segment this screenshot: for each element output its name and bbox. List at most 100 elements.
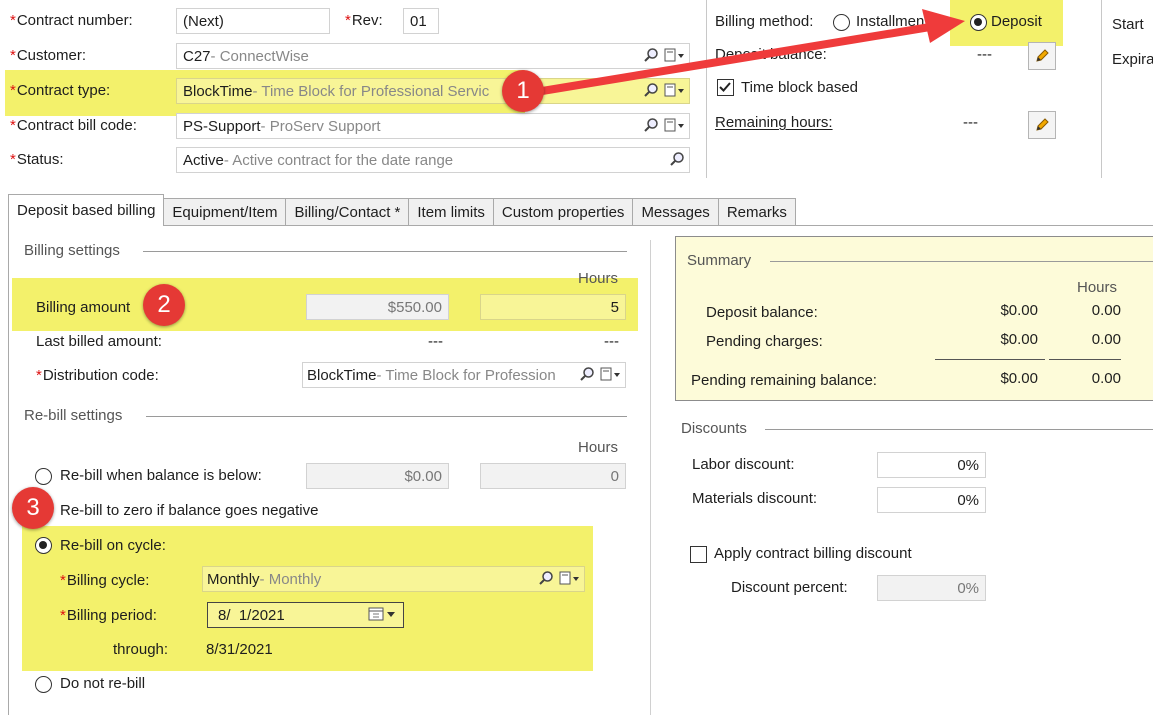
panel-divider — [650, 240, 651, 715]
summary-hours-header: Hours — [1077, 279, 1118, 296]
rebill-below-radio[interactable] — [35, 468, 52, 485]
through-date: 8/31/2021 — [206, 641, 273, 658]
deposit-balance-value: --- — [977, 46, 992, 63]
tab-messages[interactable]: Messages — [632, 198, 719, 226]
rev-label: *Rev: — [345, 12, 383, 29]
customer-label: *Customer: — [10, 47, 87, 64]
tab-panel-border — [8, 225, 1153, 226]
section-divider — [765, 429, 1153, 430]
pencil-icon — [1036, 118, 1049, 131]
deposit-label: Deposit — [991, 13, 1042, 30]
pencil-icon — [1036, 49, 1049, 62]
remaining-hours-label: Remaining hours: — [715, 114, 833, 131]
section-divider — [770, 261, 1153, 262]
tab-panel-border — [8, 225, 9, 715]
contract-bill-code-field[interactable]: PS-Support - ProServ Support — [176, 113, 690, 139]
summary-deposit-hours: 0.00 — [1091, 302, 1121, 319]
summary-total-label: Pending remaining balance: — [691, 372, 877, 389]
options-icon[interactable] — [663, 82, 685, 98]
search-icon[interactable] — [643, 82, 659, 98]
search-icon[interactable] — [538, 570, 554, 586]
section-divider — [146, 416, 627, 417]
summary-deposit-amount: $0.00 — [1000, 302, 1038, 319]
labor-discount-label: Labor discount: — [692, 456, 795, 473]
contract-type-field[interactable]: BlockTime - Time Block for Professional … — [176, 78, 690, 104]
tab-bar: Deposit based billing Equipment/Item Bil… — [8, 194, 796, 226]
contract-number-input[interactable]: (Next) — [176, 8, 330, 34]
tab-deposit-billing[interactable]: Deposit based billing — [8, 194, 165, 226]
deposit-radio[interactable] — [970, 14, 987, 31]
billing-cycle-label: *Billing cycle: — [60, 572, 150, 589]
time-block-label: Time block based — [741, 79, 858, 96]
rebill-below-label: Re-bill when balance is below: — [60, 467, 262, 484]
hours-header: Hours — [578, 439, 619, 456]
billing-settings-title: Billing settings — [24, 242, 120, 259]
billing-amount-label: Billing amount — [36, 299, 131, 316]
edit-remaining-hours-button[interactable] — [1028, 111, 1056, 139]
distribution-code-label: *Distribution code: — [36, 367, 159, 384]
status-field[interactable]: Active - Active contract for the date ra… — [176, 147, 690, 173]
billing-period-label: *Billing period: — [60, 607, 157, 624]
deposit-balance-label: Deposit balance: — [715, 46, 827, 63]
header-divider — [706, 0, 707, 178]
summary-total-amount: $0.00 — [1000, 370, 1038, 387]
header-divider — [1101, 0, 1102, 178]
tab-remarks[interactable]: Remarks — [717, 198, 796, 226]
checkmark-icon — [719, 82, 731, 92]
rebill-settings-title: Re-bill settings — [24, 407, 123, 424]
callout-badge-3: 3 — [12, 487, 54, 529]
contract-bill-code-label: *Contract bill code: — [10, 117, 137, 134]
distribution-code-field[interactable]: BlockTime - Time Block for Profession — [302, 362, 626, 388]
rebill-cycle-label: Re-bill on cycle: — [60, 537, 166, 554]
rebill-below-amount[interactable]: $0.00 — [306, 463, 449, 489]
time-block-checkbox[interactable] — [717, 79, 734, 96]
do-not-rebill-label: Do not re-bill — [60, 675, 146, 692]
billing-method-label: Billing method: — [715, 13, 814, 30]
rebill-cycle-radio[interactable] — [35, 537, 52, 554]
do-not-rebill-radio[interactable] — [35, 676, 52, 693]
last-billed-label: Last billed amount: — [36, 333, 162, 350]
contract-number-label: *Contract number: — [10, 12, 133, 29]
billing-cycle-field[interactable]: Monthly - Monthly — [202, 566, 585, 592]
materials-discount-label: Materials discount: — [692, 490, 818, 507]
tab-billing-contact[interactable]: Billing/Contact * — [285, 198, 410, 226]
options-icon[interactable] — [663, 117, 685, 133]
search-icon[interactable] — [643, 117, 659, 133]
rev-input[interactable]: 01 — [403, 8, 439, 34]
options-icon[interactable] — [558, 570, 580, 586]
tab-item-limits[interactable]: Item limits — [408, 198, 494, 226]
edit-deposit-balance-button[interactable] — [1028, 42, 1056, 70]
expiration-label: Expira — [1112, 51, 1153, 68]
callout-badge-1: 1 — [502, 70, 544, 112]
summary-pending-label: Pending charges: — [706, 333, 823, 350]
options-icon[interactable] — [599, 366, 621, 382]
search-icon[interactable] — [669, 151, 685, 167]
tab-custom-properties[interactable]: Custom properties — [492, 198, 634, 226]
billing-amount-input[interactable]: $550.00 — [306, 294, 449, 320]
search-icon[interactable] — [643, 47, 659, 63]
tab-equipment-item[interactable]: Equipment/Item — [163, 198, 287, 226]
start-label: Start — [1112, 16, 1144, 33]
billing-period-datepicker[interactable]: 8/ 1/2021 — [207, 602, 404, 628]
summary-deposit-label: Deposit balance: — [706, 304, 818, 321]
hours-header: Hours — [578, 270, 619, 287]
customer-field[interactable]: C27 - ConnectWise — [176, 43, 690, 69]
billing-hours-input[interactable]: 5 — [480, 294, 626, 320]
summary-pending-amount: $0.00 — [1000, 331, 1038, 348]
summary-total-line — [1049, 359, 1121, 360]
discount-percent-input[interactable]: 0% — [877, 575, 986, 601]
discounts-title: Discounts — [681, 420, 747, 437]
rebill-below-hours[interactable]: 0 — [480, 463, 626, 489]
discount-percent-label: Discount percent: — [731, 579, 848, 596]
calendar-dropdown-icon[interactable] — [367, 606, 399, 622]
materials-discount-input[interactable]: 0% — [877, 487, 986, 513]
installment-label: Installmen — [856, 13, 925, 30]
search-icon[interactable] — [579, 366, 595, 382]
summary-title: Summary — [687, 252, 752, 269]
labor-discount-input[interactable]: 0% — [877, 452, 986, 478]
last-billed-amount: --- — [428, 333, 443, 350]
summary-total-line — [935, 359, 1045, 360]
installment-radio[interactable] — [833, 14, 850, 31]
options-icon[interactable] — [663, 47, 685, 63]
apply-discount-checkbox[interactable] — [690, 546, 707, 563]
